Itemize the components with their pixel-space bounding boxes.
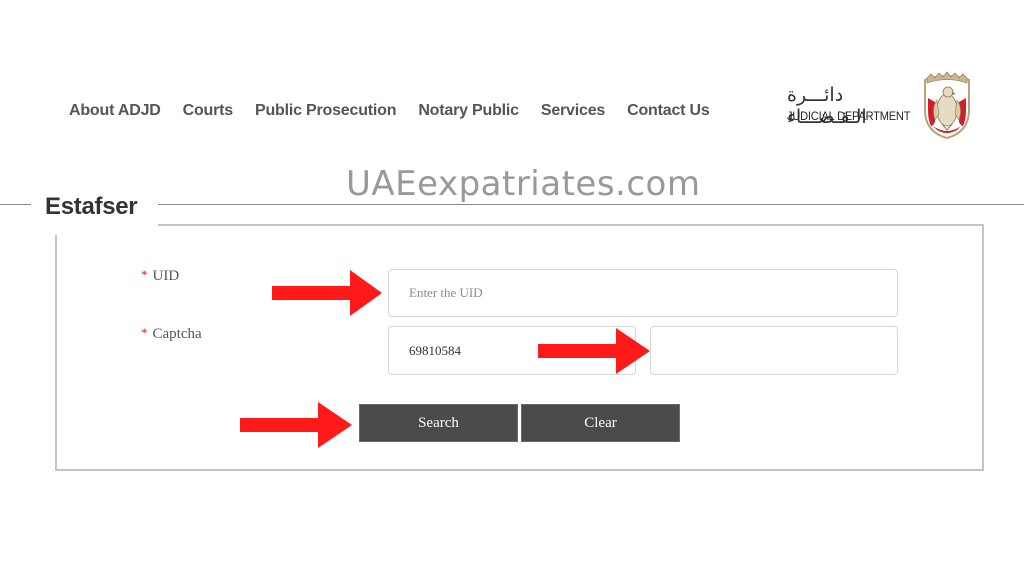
annotation-arrow-captcha-icon bbox=[538, 328, 650, 374]
search-button[interactable]: Search bbox=[359, 404, 518, 442]
uid-label-text: UID bbox=[152, 268, 180, 284]
logo-english-text: JUDICIAL DEPARTMENT bbox=[787, 109, 911, 123]
nav-services[interactable]: Services bbox=[541, 102, 605, 120]
form-panel-border-top bbox=[158, 224, 984, 226]
annotation-arrow-uid-icon bbox=[272, 270, 382, 316]
form-panel-border-right bbox=[982, 224, 984, 471]
main-nav: About ADJD Courts Public Prosecution Not… bbox=[69, 102, 732, 120]
clear-button[interactable]: Clear bbox=[521, 404, 680, 442]
annotation-arrow-search-icon bbox=[240, 402, 352, 448]
watermark-text: UAEexpatriates.com bbox=[346, 164, 701, 204]
nav-about-adjd[interactable]: About ADJD bbox=[69, 102, 161, 120]
divider-line-right bbox=[158, 204, 1024, 205]
captcha-label: * Captcha bbox=[141, 325, 202, 343]
uid-label: * UID bbox=[141, 267, 180, 285]
captcha-input[interactable] bbox=[650, 326, 898, 375]
judicial-department-logo[interactable]: دائـــرة الـقـضـــاء JUDICIAL DEPARTMENT bbox=[785, 70, 985, 142]
section-title: Estafser bbox=[45, 193, 138, 220]
required-marker: * bbox=[141, 267, 148, 282]
nav-courts[interactable]: Courts bbox=[183, 102, 234, 120]
captcha-label-text: Captcha bbox=[152, 326, 202, 342]
captcha-code: 69810584 bbox=[409, 342, 461, 358]
nav-contact-us[interactable]: Contact Us bbox=[627, 102, 710, 120]
form-panel-border-bottom bbox=[55, 469, 984, 471]
uid-input[interactable] bbox=[388, 269, 898, 317]
divider-line-left bbox=[0, 204, 31, 205]
nav-notary-public[interactable]: Notary Public bbox=[418, 102, 519, 120]
nav-public-prosecution[interactable]: Public Prosecution bbox=[255, 102, 397, 120]
falcon-emblem-icon bbox=[924, 71, 970, 140]
required-marker: * bbox=[141, 325, 148, 340]
form-panel-border-left bbox=[55, 235, 57, 471]
